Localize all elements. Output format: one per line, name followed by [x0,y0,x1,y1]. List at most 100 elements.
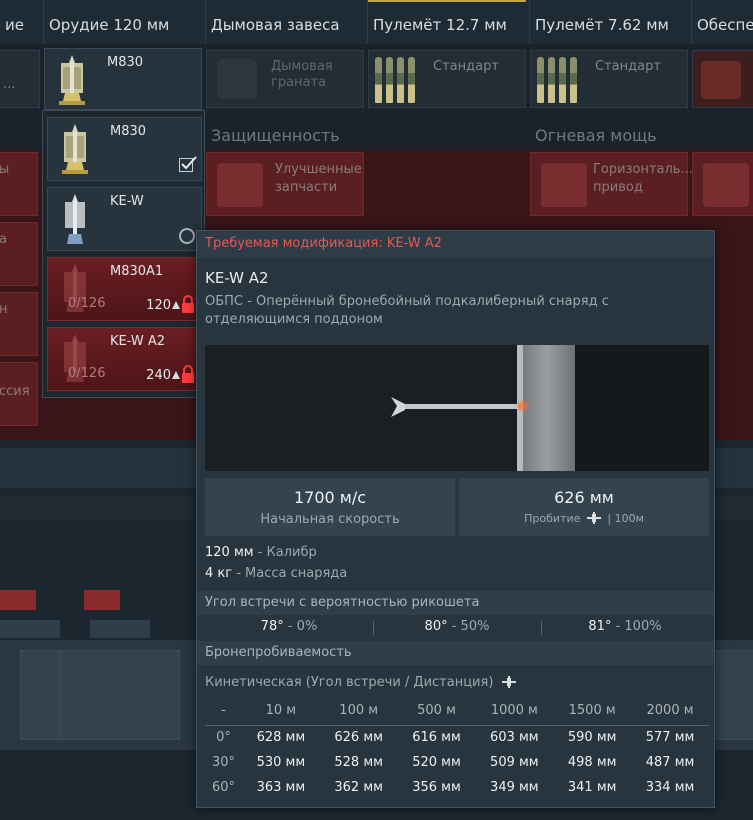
ammo-item-m830[interactable]: M830 [47,117,202,181]
mod-cell-left-1[interactable]: ы [0,152,38,216]
research-points-icon [172,301,180,309]
table-row: 30° 530 мм 528 мм 520 мм 509 мм 498 мм 4… [205,750,709,775]
table-row: 60° 363 мм 362 мм 356 мм 349 мм 341 мм 3… [205,775,709,800]
smoke-grenade-icon [217,59,257,99]
header-col-mg127[interactable]: Пулемёт 12.7 мм [368,0,530,44]
table-cell: 603 мм [490,730,539,746]
table-header: 10 м [241,697,320,726]
header-col-mg762[interactable]: Пулемёт 7.62 мм [530,0,692,44]
mass-label: - Масса снаряда [232,566,348,581]
table-cell: 30° [211,755,235,770]
table-cell: 487 мм [645,755,695,770]
ricochet-chance: - 50% [447,619,490,634]
spare-parts-icon [217,163,263,207]
table-cell: 0° [216,730,231,746]
header-col-0[interactable]: ие [0,0,44,44]
mod-cell-right[interactable] [692,152,753,216]
table-header: 2000 м [631,697,709,726]
table-header: 1500 м [553,697,632,726]
support-icon [701,61,741,99]
table-cell: 334 мм [645,780,695,795]
section-protection: Защищенность [211,126,340,145]
mod-horizontal-drive[interactable]: Горизонталь... привод [530,152,693,216]
table-cell: 628 мм [256,730,306,746]
ammo-item-ke-w[interactable]: KE-W [47,187,202,251]
mod-spare-parts[interactable]: Улучшенные запчасти [206,152,364,216]
ammo-item-cost: 120 [146,298,171,313]
smoke-grenade-cell[interactable]: Дымовая граната [206,50,364,108]
vehicle-thumb-2[interactable] [60,650,180,740]
mg762-ammo-label: Стандарт [595,59,661,74]
ammo-dropdown-list: M830 KE-W M830A1 0/126 120 KE-W A2 0/126… [42,110,205,398]
checkmark-icon [179,156,197,172]
armor-section-title: Бронепробиваемость [197,641,714,665]
mod-cell-left-2[interactable]: а [0,222,38,286]
table-header: - [205,697,242,726]
mod-left-label-3: н [0,302,8,317]
current-ammo-slot[interactable]: M830 [44,48,202,110]
mg127-bullets-icon [375,57,415,103]
row1-left-cell[interactable]: ... [0,50,40,108]
table-cell: 528 мм [334,755,383,770]
ricochet-chance: - 100% [611,619,662,634]
research-points-icon [172,371,180,379]
kinetic-line: Кинетическая (Угол встречи / Дистанция) [205,675,516,690]
penetration-animation-image [205,345,709,471]
table-cell: 577 мм [645,730,695,746]
velocity-stat: 1700 м/с Начальная скорость [205,478,455,536]
lower-bar-2 [90,620,150,638]
table-cell: 616 мм [412,730,461,746]
table-cell: 509 мм [490,755,539,770]
mg127-ammo-cell[interactable]: Стандарт [368,50,526,108]
table-cell: 590 мм [567,730,617,746]
apfsds-small-icon [501,676,516,688]
table-header: 1000 м [475,697,554,726]
ricochet-angle: 78° [260,619,284,634]
ammo-item-name: KE-W [110,194,144,209]
ricochet-entry-1: 78° - 0% [205,619,373,634]
vehicle-thumb-3[interactable] [716,650,753,740]
apfsds-shell-icon [65,194,85,244]
penetration-value: 626 мм [554,488,614,507]
ammo-item-name: KE-W A2 [110,334,166,349]
mod-cell-left-3[interactable]: н [0,292,38,356]
ricochet-entry-3: 81° - 100% [541,619,709,634]
mod-horizontal-drive-label: Горизонталь... привод [593,162,693,195]
active-tab-indicator [368,0,526,2]
current-ammo-name: M830 [107,55,144,70]
header-col-smoke[interactable]: Дымовая завеса [206,0,368,44]
table-header: 500 м [397,697,476,726]
penetration-preview [205,345,709,471]
support-cell[interactable] [692,50,753,108]
radio-unselected-icon [179,228,195,244]
velocity-value: 1700 м/с [293,488,367,507]
row1-left-dots: ... [3,77,16,92]
table-header-row: - 10 м 100 м 500 м 1000 м 1500 м 2000 м [205,697,709,726]
apfsds-small-icon [586,512,601,524]
mod-cell-left-4[interactable]: ссия [0,362,38,426]
ricochet-chance: - 0% [283,619,318,634]
mass-value: 4 кг [205,566,233,581]
table-cell: 356 мм [412,780,461,795]
header-col-cannon[interactable]: Орудие 120 мм [44,0,206,44]
velocity-label: Начальная скорость [260,512,400,527]
penetration-label-row: Пробитие | 100м [459,512,709,525]
mg762-ammo-cell[interactable]: Стандарт [530,50,688,108]
mg127-ammo-label: Стандарт [433,59,499,74]
lower-badge-1 [0,590,36,610]
table-cell: 520 мм [412,755,461,770]
ammo-item-cost: 240 [146,368,171,383]
mass-line: 4 кг - Масса снаряда [205,566,347,581]
ammo-item-m830a1[interactable]: M830A1 0/126 120 [47,257,202,321]
lock-icon [182,365,194,383]
table-cell: 349 мм [490,780,539,795]
mod-right-icon [703,163,749,207]
ricochet-section-title: Угол встречи с вероятностью рикошета [197,591,714,615]
apfsds-shell-icon [59,55,85,105]
ammo-tooltip: Требуемая модификация: KE-W A2 KE-W A2 О… [196,230,715,808]
table-cell: 341 мм [567,780,617,795]
header-col-support[interactable]: Обеспе [692,0,753,44]
ammo-item-ke-w-a2[interactable]: KE-W A2 0/126 240 [47,327,202,391]
table-header: 100 м [319,697,398,726]
table-cell: 626 мм [334,730,383,746]
